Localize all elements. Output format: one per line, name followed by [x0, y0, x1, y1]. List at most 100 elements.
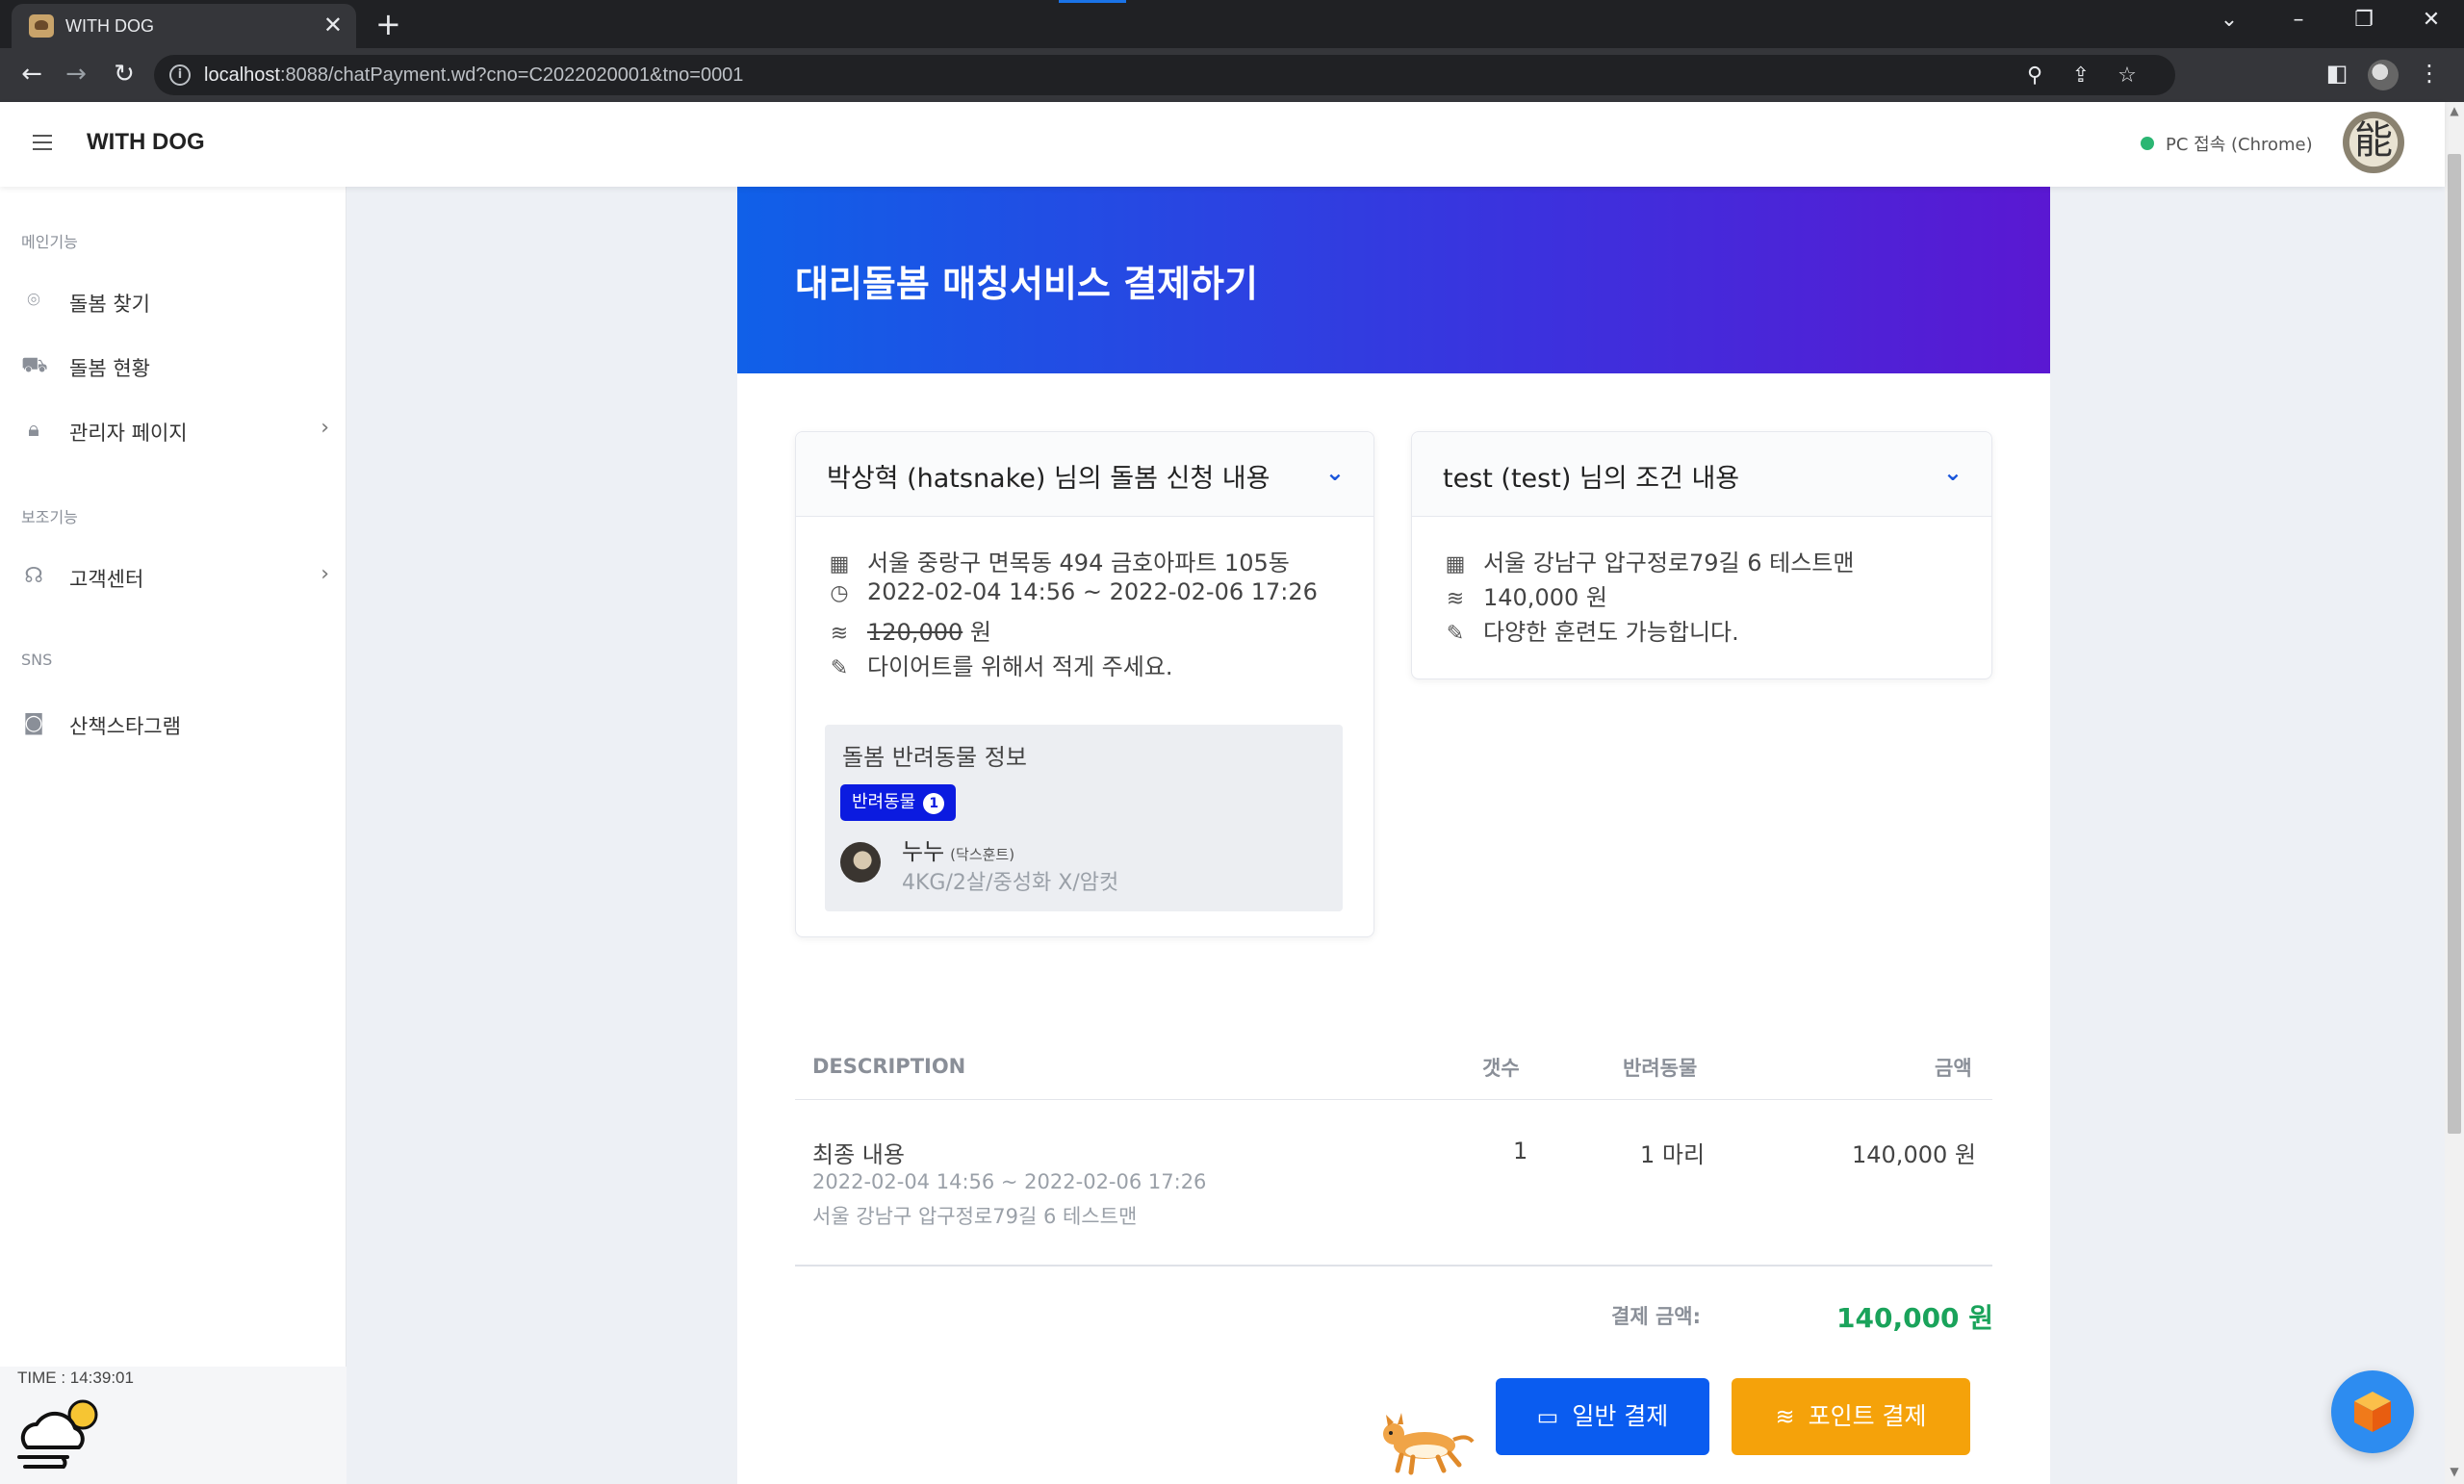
- page-title: 대리돌봄 매칭서비스 결제하기: [795, 263, 1258, 305]
- pet-info-title: 돌봄 반려동물 정보: [842, 744, 1027, 771]
- connection-status: PC 접속 (Chrome): [2166, 135, 2313, 155]
- condition-price-line: ≋ 140,000 원: [1441, 578, 1607, 612]
- scrollbar-thumb[interactable]: [2448, 154, 2461, 1134]
- edit-icon: ✎: [830, 656, 849, 680]
- condition-box-header[interactable]: test (test) 님의 조건 내용 ⌄: [1412, 432, 1991, 517]
- headset-icon: ☊: [24, 564, 43, 588]
- app-header: WITH DOG PC 접속 (Chrome) 能: [0, 102, 2445, 187]
- back-button[interactable]: ←: [15, 60, 48, 89]
- address-toolbar: ← → ↻ i localhost:8088/chatPayment.wd?cn…: [0, 48, 2464, 102]
- address-bar[interactable]: i localhost:8088/chatPayment.wd?cno=C202…: [154, 55, 2175, 95]
- site-info-icon[interactable]: i: [169, 64, 191, 86]
- sidebar-group-sub: 보조기능: [21, 508, 78, 526]
- browser-tab[interactable]: WITH DOG ✕: [12, 4, 356, 48]
- sidebar-item-label: 산책스타그램: [69, 715, 181, 738]
- sidebar-item-customer-center[interactable]: ☊ 고객센터 ›: [21, 558, 329, 597]
- hamburger-menu-icon[interactable]: [33, 135, 52, 150]
- sidebar-item-walkstagram[interactable]: ◙ 산책스타그램: [21, 705, 329, 744]
- hero-banner: 대리돌봄 매칭서비스 결제하기: [737, 187, 2050, 373]
- scroll-down-arrow-icon[interactable]: ▼: [2445, 1465, 2464, 1478]
- coins-icon: ≋: [1775, 1403, 1795, 1430]
- total-label: 결제 금액:: [1611, 1305, 1701, 1328]
- chevron-right-icon: ›: [321, 416, 329, 440]
- request-info-box: 박상혁 (hatsnake) 님의 돌봄 신청 내용 ⌄ ▦ 서울 중랑구 면목동…: [795, 431, 1374, 937]
- tab-search-icon[interactable]: ⌄: [2210, 8, 2248, 32]
- payment-card: 대리돌봄 매칭서비스 결제하기 박상혁 (hatsnake) 님의 돌봄 신청 …: [737, 187, 2050, 1484]
- sidebar-item-admin[interactable]: 🔒︎ 관리자 페이지 ›: [21, 412, 329, 450]
- table-divider: [795, 1099, 1992, 1100]
- scroll-up-arrow-icon[interactable]: ▲: [2445, 104, 2464, 117]
- sidebar-item-label: 고객센터: [69, 568, 144, 591]
- total-amount: 140,000 원: [1836, 1302, 1994, 1334]
- sidebar-item-label: 관리자 페이지: [69, 422, 188, 445]
- chevron-down-icon[interactable]: ⌄: [1325, 459, 1345, 486]
- credit-card-icon: ▭: [1536, 1403, 1559, 1430]
- reload-button[interactable]: ↻: [108, 60, 141, 89]
- request-box-header[interactable]: 박상혁 (hatsnake) 님의 돌봄 신청 내용 ⌄: [796, 432, 1373, 517]
- pet-info-panel: 돌봄 반려동물 정보 반려동물 1 누누 (닥스훈트) 4KG/2살/중성화 X/암…: [825, 725, 1343, 911]
- condition-address-line: ▦ 서울 강남구 압구정로79길 6 테스트맨: [1441, 544, 1855, 577]
- bookmark-star-icon[interactable]: ☆: [2114, 64, 2141, 88]
- browser-menu-icon[interactable]: ⋮: [2414, 60, 2445, 87]
- floating-action-button[interactable]: [2331, 1370, 2414, 1453]
- camera-icon: ◙: [23, 711, 44, 735]
- map-icon: ▦: [1445, 552, 1466, 576]
- point-pay-button[interactable]: ≋ 포인트 결제: [1732, 1378, 1970, 1455]
- sidebar-group-main: 메인기능: [21, 233, 78, 251]
- user-avatar[interactable]: 能: [2343, 112, 2404, 173]
- original-price: 120,000: [867, 619, 963, 646]
- row-address: 서울 강남구 압구정로79길 6 테스트맨: [812, 1205, 1138, 1228]
- url-text[interactable]: localhost:8088/chatPayment.wd?cno=C20220…: [204, 64, 743, 87]
- chevron-right-icon: ›: [321, 562, 329, 586]
- row-title: 최종 내용: [812, 1141, 905, 1168]
- tab-strip-accent: [1059, 0, 1126, 3]
- site-favicon-icon: [29, 14, 54, 38]
- row-quantity: 1: [1513, 1138, 1528, 1164]
- row-period: 2022-02-04 14:56 ~ 2022-02-06 17:26: [812, 1170, 1207, 1193]
- minimize-button[interactable]: –: [2279, 8, 2318, 32]
- column-pet: 반려동물: [1623, 1057, 1698, 1080]
- map-pin-icon: ⌾: [27, 289, 40, 313]
- pet-avatar: [840, 842, 881, 883]
- condition-box-title: test (test) 님의 조건 내용: [1443, 464, 1740, 494]
- pet-count-badge: 반려동물 1: [840, 784, 957, 821]
- row-pet-count: 1 마리: [1640, 1141, 1706, 1168]
- row-amount: 140,000 원: [1852, 1141, 1976, 1168]
- browser-tab-strip: WITH DOG ✕ + ⌄ – ❐ ✕: [0, 0, 2464, 48]
- sidebar-item-label: 돌봄 현황: [69, 357, 150, 380]
- share-icon[interactable]: ⇪: [2067, 64, 2094, 88]
- request-memo-line: ✎ 다이어트를 위해서 적게 주세요.: [825, 648, 1173, 681]
- cube-icon: [2354, 1392, 2391, 1432]
- side-panel-icon[interactable]: ◧: [2322, 60, 2352, 87]
- corgi-illustration: [1383, 1413, 1475, 1475]
- sidebar-item-care-status[interactable]: ⛟ 돌봄 현황: [21, 347, 329, 386]
- request-period-line: ◷ 2022-02-04 14:56 ~ 2022-02-06 17:26: [825, 578, 1318, 605]
- edit-icon: ✎: [1446, 622, 1465, 646]
- condition-info-box: test (test) 님의 조건 내용 ⌄ ▦ 서울 강남구 압구정로79길 6…: [1411, 431, 1992, 679]
- profile-avatar[interactable]: [2368, 60, 2399, 90]
- coins-icon: ≋: [1446, 587, 1465, 611]
- weather-cloud-sun-icon: [17, 1399, 98, 1469]
- request-price-line: ≋ 120,000 원: [825, 613, 991, 647]
- new-tab-button[interactable]: +: [375, 8, 401, 40]
- chevron-down-icon[interactable]: ⌄: [1943, 459, 1963, 486]
- sidebar-group-sns: SNS: [21, 651, 53, 669]
- restore-button[interactable]: ❐: [2345, 8, 2383, 32]
- condition-memo-line: ✎ 다양한 훈련도 가능합니다.: [1441, 613, 1739, 647]
- column-description: DESCRIPTION: [812, 1055, 966, 1078]
- online-status-dot: [2141, 137, 2154, 150]
- normal-pay-button[interactable]: ▭ 일반 결제: [1496, 1378, 1709, 1455]
- clock-icon: ◷: [830, 581, 849, 605]
- sidebar-item-find-care[interactable]: ⌾ 돌봄 찾기: [21, 283, 329, 321]
- column-amount: 금액: [1935, 1057, 1972, 1080]
- forward-button[interactable]: →: [60, 60, 92, 89]
- table-bottom-divider: [795, 1265, 1992, 1267]
- location-icon[interactable]: ⚲: [2021, 64, 2048, 88]
- brand-title[interactable]: WITH DOG: [87, 129, 205, 156]
- pet-name: 누누 (닥스훈트): [902, 838, 1015, 865]
- close-window-button[interactable]: ✕: [2412, 8, 2451, 32]
- column-quantity: 갯수: [1482, 1057, 1520, 1080]
- pet-detail: 4KG/2살/중성화 X/암컷: [902, 871, 1119, 895]
- sidebar-item-label: 돌봄 찾기: [69, 293, 150, 316]
- close-tab-icon[interactable]: ✕: [323, 13, 343, 38]
